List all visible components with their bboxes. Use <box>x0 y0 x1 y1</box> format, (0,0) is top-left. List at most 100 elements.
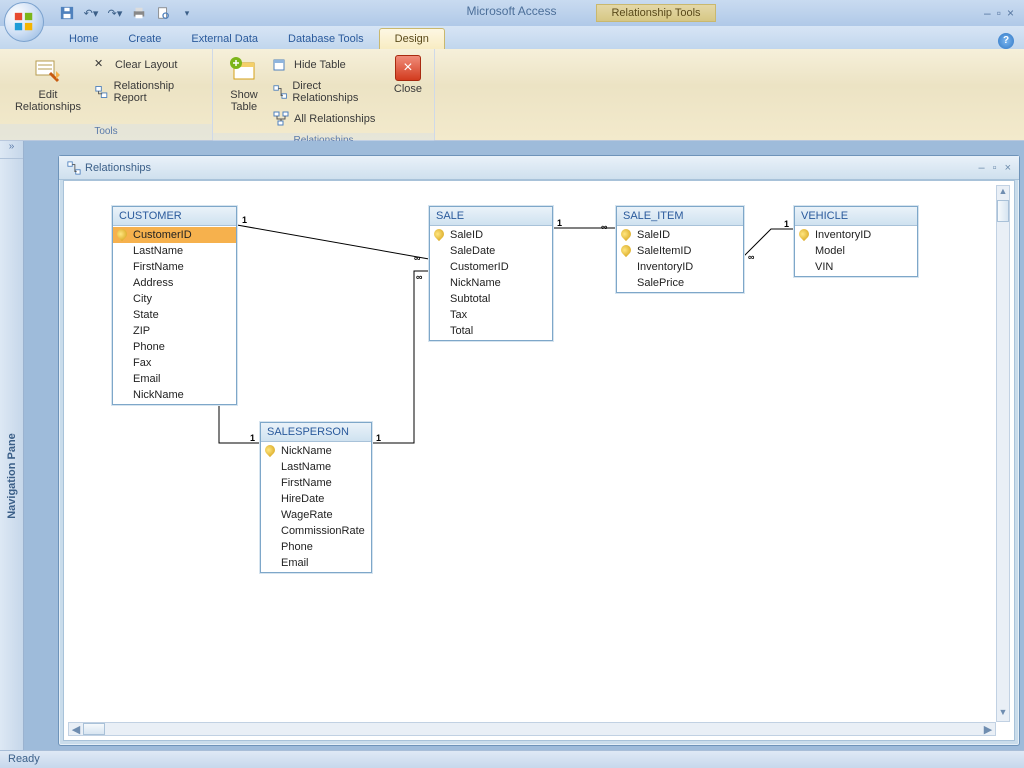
report-icon <box>94 84 109 100</box>
field[interactable]: City <box>113 291 236 307</box>
tab-external-data[interactable]: External Data <box>176 29 273 49</box>
field[interactable]: NickName <box>430 275 552 291</box>
field[interactable]: Email <box>113 371 236 387</box>
field-pk[interactable]: InventoryID <box>795 227 917 243</box>
window-close-icon[interactable]: × <box>1005 162 1011 174</box>
ribbon-tabs: Home Create External Data Database Tools… <box>0 26 1024 49</box>
all-relationships-button[interactable]: All Relationships <box>269 109 384 129</box>
window-maximize-icon[interactable]: ▫ <box>993 162 997 174</box>
table-customer[interactable]: CUSTOMER CustomerID LastName FirstName A… <box>112 206 237 405</box>
field-pk[interactable]: CustomerID <box>113 227 236 243</box>
table-header[interactable]: SALE <box>430 207 552 226</box>
field[interactable]: ZIP <box>113 323 236 339</box>
scroll-thumb[interactable] <box>997 200 1009 222</box>
table-header[interactable]: CUSTOMER <box>113 207 236 226</box>
horizontal-scrollbar[interactable]: ◀ ▶ <box>68 722 996 736</box>
office-button[interactable] <box>4 2 48 46</box>
field[interactable]: Phone <box>113 339 236 355</box>
edit-relationships-button[interactable]: Edit Relationships <box>6 53 90 115</box>
field[interactable]: CommissionRate <box>261 523 371 539</box>
field[interactable]: State <box>113 307 236 323</box>
app-title: Microsoft Access <box>466 4 556 22</box>
close-window-icon[interactable]: × <box>1007 6 1014 20</box>
field[interactable]: LastName <box>261 459 371 475</box>
navigation-pane-collapsed[interactable]: » Navigation Pane <box>0 141 24 750</box>
field[interactable]: Total <box>430 323 552 339</box>
workspace: » Navigation Pane Relationships – ▫ × 1 <box>0 141 1024 750</box>
field[interactable]: NickName <box>113 387 236 403</box>
field[interactable]: WageRate <box>261 507 371 523</box>
direct-relationships-button[interactable]: Direct Relationships <box>269 78 384 106</box>
field[interactable]: Tax <box>430 307 552 323</box>
minimize-icon[interactable]: – <box>984 6 991 20</box>
table-header[interactable]: SALE_ITEM <box>617 207 743 226</box>
restore-icon[interactable]: ▫ <box>997 6 1001 20</box>
svg-text:1: 1 <box>376 433 381 443</box>
svg-text:∞: ∞ <box>601 222 608 232</box>
table-salesperson[interactable]: SALESPERSON NickName LastName FirstName … <box>260 422 372 573</box>
window-minimize-icon[interactable]: – <box>979 162 985 174</box>
show-table-label: Show Table <box>225 89 263 113</box>
show-table-button[interactable]: Show Table <box>219 53 269 115</box>
scroll-right-icon[interactable]: ▶ <box>981 723 995 735</box>
print-preview-icon[interactable] <box>152 2 174 24</box>
field[interactable]: Model <box>795 243 917 259</box>
table-sale-item[interactable]: SALE_ITEM SaleID SaleItemID InventoryID … <box>616 206 744 293</box>
svg-text:∞: ∞ <box>416 272 423 282</box>
print-icon[interactable] <box>128 2 150 24</box>
qat-customize-icon[interactable]: ▾ <box>176 2 198 24</box>
field[interactable]: Fax <box>113 355 236 371</box>
nav-expand-icon[interactable]: » <box>0 141 23 159</box>
field[interactable]: SalePrice <box>617 275 743 291</box>
field-pk[interactable]: NickName <box>261 443 371 459</box>
ribbon-group-tools: Tools <box>0 124 212 140</box>
tab-home[interactable]: Home <box>54 29 113 49</box>
redo-icon[interactable]: ↷▾ <box>104 2 126 24</box>
svg-text:1: 1 <box>250 433 255 443</box>
relationship-report-button[interactable]: Relationship Report <box>90 78 206 106</box>
status-text: Ready <box>8 753 40 765</box>
table-sale[interactable]: SALE SaleID SaleDate CustomerID NickName… <box>429 206 553 341</box>
tab-design[interactable]: Design <box>379 28 445 49</box>
table-vehicle[interactable]: VEHICLE InventoryID Model VIN <box>794 206 918 277</box>
field[interactable]: VIN <box>795 259 917 275</box>
scroll-up-icon[interactable]: ▲ <box>997 186 1009 200</box>
table-header[interactable]: VEHICLE <box>795 207 917 226</box>
direct-rel-icon <box>273 84 287 100</box>
close-label: Close <box>394 83 422 95</box>
field[interactable]: HireDate <box>261 491 371 507</box>
help-icon[interactable]: ? <box>998 33 1014 49</box>
field[interactable]: Address <box>113 275 236 291</box>
field[interactable]: SaleDate <box>430 243 552 259</box>
field[interactable]: LastName <box>113 243 236 259</box>
table-header[interactable]: SALESPERSON <box>261 423 371 442</box>
title-bar: ↶▾ ↷▾ ▾ Microsoft Access Relationship To… <box>0 0 1024 26</box>
tab-create[interactable]: Create <box>113 29 176 49</box>
field[interactable]: FirstName <box>261 475 371 491</box>
relationships-canvas[interactable]: 1 ∞ ∞ 1 1 ∞ 1 ∞ <box>63 180 1015 741</box>
field-pk[interactable]: SaleItemID <box>617 243 743 259</box>
undo-icon[interactable]: ↶▾ <box>80 2 102 24</box>
field[interactable]: Email <box>261 555 371 571</box>
contextual-tab-title: Relationship Tools <box>596 4 715 22</box>
svg-text:1: 1 <box>242 215 247 225</box>
field[interactable]: Phone <box>261 539 371 555</box>
scroll-left-icon[interactable]: ◀ <box>69 723 83 735</box>
close-relationships-button[interactable]: × Close <box>388 53 428 97</box>
scroll-thumb[interactable] <box>83 723 105 735</box>
field-pk[interactable]: SaleID <box>430 227 552 243</box>
hide-table-button[interactable]: Hide Table <box>269 55 384 75</box>
field[interactable]: CustomerID <box>430 259 552 275</box>
field[interactable]: FirstName <box>113 259 236 275</box>
quick-access-toolbar: ↶▾ ↷▾ ▾ <box>56 2 198 24</box>
field[interactable]: InventoryID <box>617 259 743 275</box>
field-pk[interactable]: SaleID <box>617 227 743 243</box>
tab-database-tools[interactable]: Database Tools <box>273 29 379 49</box>
save-icon[interactable] <box>56 2 78 24</box>
scroll-down-icon[interactable]: ▼ <box>997 707 1009 721</box>
clear-layout-button[interactable]: ✕Clear Layout <box>90 55 206 75</box>
hide-table-icon <box>273 57 289 73</box>
window-titlebar[interactable]: Relationships – ▫ × <box>59 156 1019 180</box>
vertical-scrollbar[interactable]: ▲ ▼ <box>996 185 1010 722</box>
field[interactable]: Subtotal <box>430 291 552 307</box>
